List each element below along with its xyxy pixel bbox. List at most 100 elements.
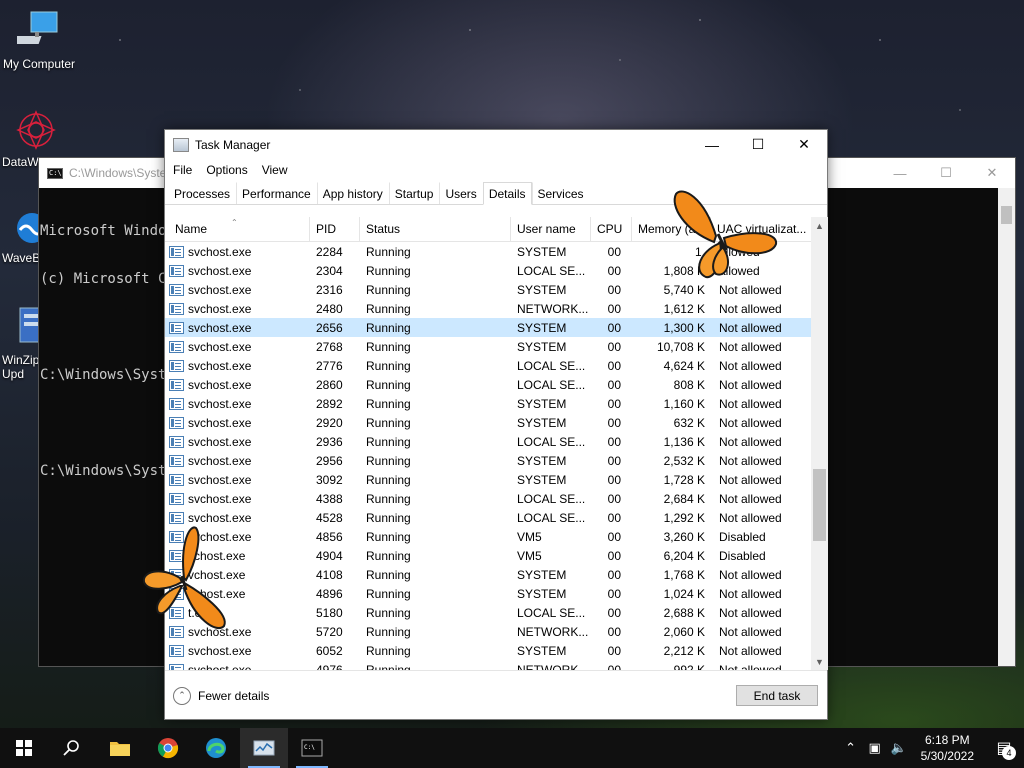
cell-memory: 4,624 K	[663, 358, 705, 373]
tab-app-history[interactable]: App history	[316, 182, 389, 204]
chrome-button[interactable]	[144, 728, 192, 768]
cmd-icon: C:\	[47, 167, 63, 179]
end-task-button[interactable]: End task	[736, 685, 818, 706]
cell-pid: 4528	[316, 510, 343, 525]
svg-text:C:\: C:\	[304, 744, 315, 751]
folder-icon	[110, 742, 130, 756]
search-button[interactable]	[48, 728, 96, 768]
footer: ⌃ Fewer details End task	[165, 670, 827, 720]
clock-time: 6:18 PM	[924, 733, 970, 747]
column-header-user-name[interactable]: User name	[511, 217, 591, 242]
table-row[interactable]: svchost.exe 2892 Running SYSTEM 00 1,160 K Not…	[165, 394, 811, 413]
cell-uac: Not allowed	[719, 282, 782, 297]
cell-uac: Not allowed	[719, 662, 782, 671]
column-header-name[interactable]: ⌃ Name	[165, 217, 310, 242]
cell-user-name: NETWORK...	[517, 624, 589, 639]
column-header-status[interactable]: Status	[360, 217, 511, 242]
tab-users[interactable]: Users	[439, 182, 482, 204]
tab-services[interactable]: Services	[531, 182, 590, 204]
task-manager-taskbar-button[interactable]	[240, 728, 288, 768]
process-icon	[169, 416, 184, 429]
scroll-thumb[interactable]	[813, 469, 826, 541]
tm-title-bar[interactable]: Task Manager — ☐ ✕	[165, 130, 827, 159]
scroll-up-icon[interactable]: ▲	[811, 217, 828, 234]
minimize-button[interactable]: —	[689, 130, 735, 159]
volume-icon[interactable]: 🔈	[887, 740, 911, 756]
table-row[interactable]: svchost.exe 2956 Running SYSTEM 00 2,532 K Not…	[165, 451, 811, 470]
table-scrollbar[interactable]: ▲ ▼	[811, 217, 828, 670]
fewer-details-button[interactable]: ⌃ Fewer details	[173, 686, 269, 705]
table-row[interactable]: svchost.exe 2920 Running SYSTEM 00 632 K Not a…	[165, 413, 811, 432]
cell-uac: Not allowed	[719, 510, 782, 525]
datawatch-icon	[14, 108, 58, 152]
cmd-scrollbar[interactable]	[998, 188, 1015, 666]
chevron-up-icon[interactable]: ⌃	[839, 740, 863, 756]
task-manager-icon	[173, 137, 189, 152]
table-row[interactable]: svchost.exe 4528 Running LOCAL SE... 00 1,292…	[165, 508, 811, 527]
tab-details[interactable]: Details	[482, 182, 532, 205]
cell-status: Running	[366, 396, 411, 411]
table-row[interactable]: svchost.exe 2776 Running LOCAL SE... 00 4,624…	[165, 356, 811, 375]
cell-user-name: SYSTEM	[517, 320, 567, 335]
cell-cpu: 00	[607, 586, 621, 601]
cell-name: svchost.exe	[165, 264, 310, 278]
cmd-maximize-button[interactable]: ☐	[923, 158, 969, 188]
cell-uac: Not allowed	[719, 567, 782, 582]
network-icon[interactable]: ▣	[863, 740, 887, 756]
table-row[interactable]: svchost.exe 2656 Running SYSTEM 00 1,300 K Not…	[165, 318, 811, 337]
table-row[interactable]: svchost.exe 2860 Running LOCAL SE... 00 808 K…	[165, 375, 811, 394]
cell-pid: 4108	[316, 567, 343, 582]
table-row[interactable]: svchost.exe 2316 Running SYSTEM 00 5,740 K Not…	[165, 280, 811, 299]
menu-view[interactable]: View	[255, 163, 295, 177]
cell-cpu: 00	[607, 491, 621, 506]
notification-count-badge: 4	[1002, 746, 1016, 760]
cell-memory: 632 K	[673, 415, 705, 430]
clock[interactable]: 6:18 PM 5/30/2022	[911, 732, 984, 764]
edge-button[interactable]	[192, 728, 240, 768]
cell-uac: Not allowed	[719, 434, 782, 449]
table-row[interactable]: svchost.exe 4976 Running NETWORK... 00 992 K N…	[165, 660, 811, 670]
table-row[interactable]: svchost.exe 4388 Running LOCAL SE... 00 2,684…	[165, 489, 811, 508]
column-header-pid[interactable]: PID	[310, 217, 360, 242]
column-header-cpu[interactable]: CPU	[591, 217, 632, 242]
close-button[interactable]: ✕	[781, 130, 827, 159]
table-row[interactable]: svchost.exe 3092 Running SYSTEM 00 1,728 K Not…	[165, 470, 811, 489]
table-row[interactable]: vchost.exe 4904 Running VM5 00 6,204 K Disable…	[165, 546, 811, 565]
cell-pid: 2316	[316, 282, 343, 297]
task-manager-icon	[253, 740, 275, 756]
cmd-taskbar-button[interactable]: C:\	[288, 728, 336, 768]
cell-memory: 1,728 K	[663, 472, 705, 487]
table-row[interactable]: t.exe5180RunningLOCAL SE...002,688 KNot …	[165, 603, 811, 622]
table-row[interactable]: svchost.exe 4856 Running VM5 00 3,260 K Disabl…	[165, 527, 811, 546]
table-row[interactable]: svchost.exe 5720 Running NETWORK... 00 2,060 …	[165, 622, 811, 641]
sort-arrow-icon: ⌃	[231, 218, 238, 227]
tab-performance[interactable]: Performance	[236, 182, 317, 204]
cell-user-name: VM5	[517, 529, 542, 544]
process-icon	[169, 245, 184, 258]
file-explorer-button[interactable]	[96, 728, 144, 768]
tab-processes[interactable]: Processes	[168, 182, 236, 204]
cell-cpu: 00	[607, 396, 621, 411]
table-row[interactable]: vchost.exe 4896 Running SYSTEM 00 1,024 K Not …	[165, 584, 811, 603]
cell-pid: 4904	[316, 548, 343, 563]
table-row[interactable]: svchost.exe 2936 Running LOCAL SE... 00 1,136…	[165, 432, 811, 451]
cmd-minimize-button[interactable]: —	[877, 158, 923, 188]
table-row[interactable]: vchost.exe 4108 Running SYSTEM 00 1,768 K Not …	[165, 565, 811, 584]
cell-cpu: 00	[607, 377, 621, 392]
cmd-scroll-thumb[interactable]	[1001, 206, 1012, 224]
menu-file[interactable]: File	[166, 163, 199, 177]
menu-options[interactable]: Options	[199, 163, 254, 177]
details-table: ⌃ Name PID Status User name CPU Memory (a…	[165, 217, 827, 670]
table-row[interactable]: svchost.exe 2480 Running NETWORK... 00 1,612 …	[165, 299, 811, 318]
tab-startup[interactable]: Startup	[388, 182, 440, 204]
cell-status: Running	[366, 586, 411, 601]
scroll-down-icon[interactable]: ▼	[811, 653, 828, 670]
cell-user-name: LOCAL SE...	[517, 358, 586, 373]
maximize-button[interactable]: ☐	[735, 130, 781, 159]
desktop-icon-my-computer[interactable]: My Computer	[0, 10, 81, 71]
table-row[interactable]: svchost.exe 6052 Running SYSTEM 00 2,212 K Not…	[165, 641, 811, 660]
cmd-close-button[interactable]: ✕	[969, 158, 1015, 188]
start-button[interactable]	[0, 728, 48, 768]
notifications-button[interactable]: ▤ 4	[984, 728, 1024, 768]
table-row[interactable]: svchost.exe 2768 Running SYSTEM 00 10,708 K No…	[165, 337, 811, 356]
